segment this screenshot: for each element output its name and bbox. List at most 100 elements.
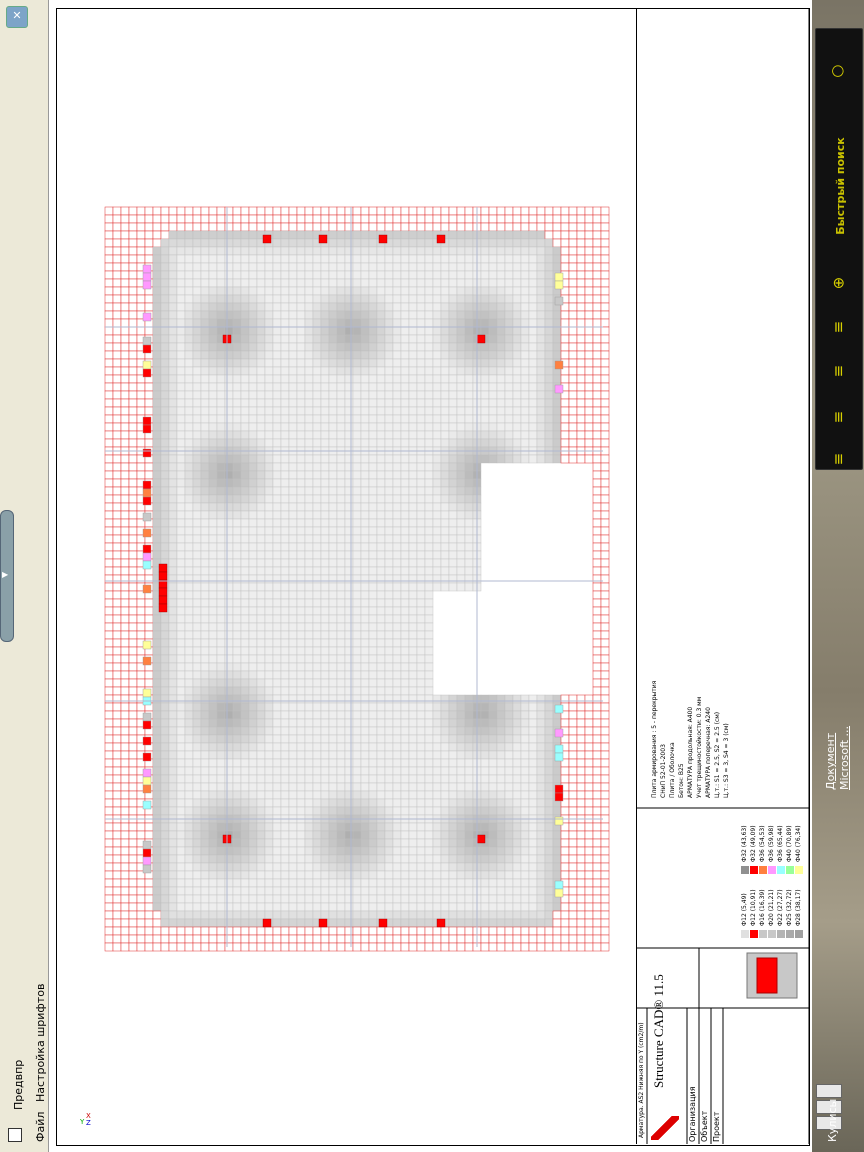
slab-cell (416, 326, 426, 336)
slab-cell (232, 798, 242, 808)
slab-cell (296, 606, 306, 616)
slab-cell (408, 358, 418, 368)
slab-cell (200, 518, 210, 528)
slab-cell (400, 622, 410, 632)
mesh-cell (128, 590, 138, 600)
mesh-cell (112, 758, 122, 768)
slab-cell (448, 878, 458, 888)
menu-file[interactable]: Файл (34, 1112, 47, 1142)
slab-cell (440, 318, 450, 328)
slab-cell (264, 702, 274, 712)
slab-cell (168, 726, 178, 736)
slab-cell (312, 574, 322, 584)
slab-cell (424, 238, 434, 248)
slab-cell (504, 718, 514, 728)
slab-cell (400, 670, 410, 680)
slab-cell (296, 278, 306, 288)
close-button[interactable]: ✕ (6, 6, 28, 28)
menu-font-settings[interactable]: Настройка шрифтов (34, 984, 47, 1102)
mesh-cell (120, 206, 130, 216)
slab-cell (432, 710, 442, 720)
slab-cell (272, 646, 282, 656)
slab-cell (200, 470, 210, 480)
slab-cell (448, 558, 458, 568)
slab-cell (208, 270, 218, 280)
slab-cell (344, 750, 354, 760)
mesh-cell (320, 926, 330, 936)
slab-cell (456, 422, 466, 432)
slab-cell (248, 918, 258, 928)
mesh-cell (112, 534, 122, 544)
slab-cell (296, 582, 306, 592)
slab-cell (392, 878, 402, 888)
slab-cell (352, 558, 362, 568)
slab-cell (360, 382, 370, 392)
slab-cell (512, 262, 522, 272)
slab-cell (320, 302, 330, 312)
slab-cell (376, 862, 386, 872)
slab-cell (304, 918, 314, 928)
slab-cell (544, 430, 554, 440)
slab-cell (248, 902, 258, 912)
slab-cell (344, 558, 354, 568)
slab-cell (336, 742, 346, 752)
mesh-cell (128, 382, 138, 392)
slab-cell (184, 734, 194, 744)
slab-cell (344, 454, 354, 464)
slab-cell (512, 398, 522, 408)
slab-cell (376, 582, 386, 592)
slab-cell (248, 614, 258, 624)
mesh-cell (560, 350, 570, 360)
slab-cell (184, 710, 194, 720)
slab-cell (352, 422, 362, 432)
slab-cell (264, 590, 274, 600)
slab-cell (344, 310, 354, 320)
slab-cell (528, 862, 538, 872)
mesh-cell (480, 942, 490, 952)
slab-cell (384, 670, 394, 680)
slab-cell (152, 494, 162, 504)
slab-cell (392, 614, 402, 624)
slab-cell (272, 598, 282, 608)
slab-cell (216, 406, 226, 416)
slab-cell (200, 414, 210, 424)
slab-cell (184, 566, 194, 576)
slab-cell (352, 878, 362, 888)
slab-cell (248, 238, 258, 248)
mesh-cell (200, 942, 210, 952)
slab-cell (272, 310, 282, 320)
slab-cell (240, 470, 250, 480)
slab-cell (416, 414, 426, 424)
slab-cell (216, 726, 226, 736)
slab-cell (200, 590, 210, 600)
slab-cell (296, 414, 306, 424)
preview-checkbox[interactable] (8, 1128, 22, 1142)
mesh-cell (280, 206, 290, 216)
slab-cell (360, 766, 370, 776)
slab-cell (280, 878, 290, 888)
slab-cell (336, 510, 346, 520)
slab-cell (168, 358, 178, 368)
slab-cell (360, 638, 370, 648)
slab-cell (176, 382, 186, 392)
slab-cell (184, 310, 194, 320)
slab-cell (496, 358, 506, 368)
slab-cell (304, 758, 314, 768)
slab-cell (288, 542, 298, 552)
mesh-cell (128, 918, 138, 928)
slab-cell (392, 430, 402, 440)
mesh-cell (240, 222, 250, 232)
slab-cell (352, 726, 362, 736)
slab-cell (552, 846, 562, 856)
slab-cell (352, 846, 362, 856)
slab-cell (360, 598, 370, 608)
slab-cell (536, 806, 546, 816)
mesh-cell (352, 222, 362, 232)
slab-cell (400, 790, 410, 800)
slab-cell (424, 918, 434, 928)
mesh-cell (488, 214, 498, 224)
mesh-cell (128, 486, 138, 496)
slab-cell (368, 646, 378, 656)
slab-cell (248, 526, 258, 536)
slab-cell (264, 894, 274, 904)
